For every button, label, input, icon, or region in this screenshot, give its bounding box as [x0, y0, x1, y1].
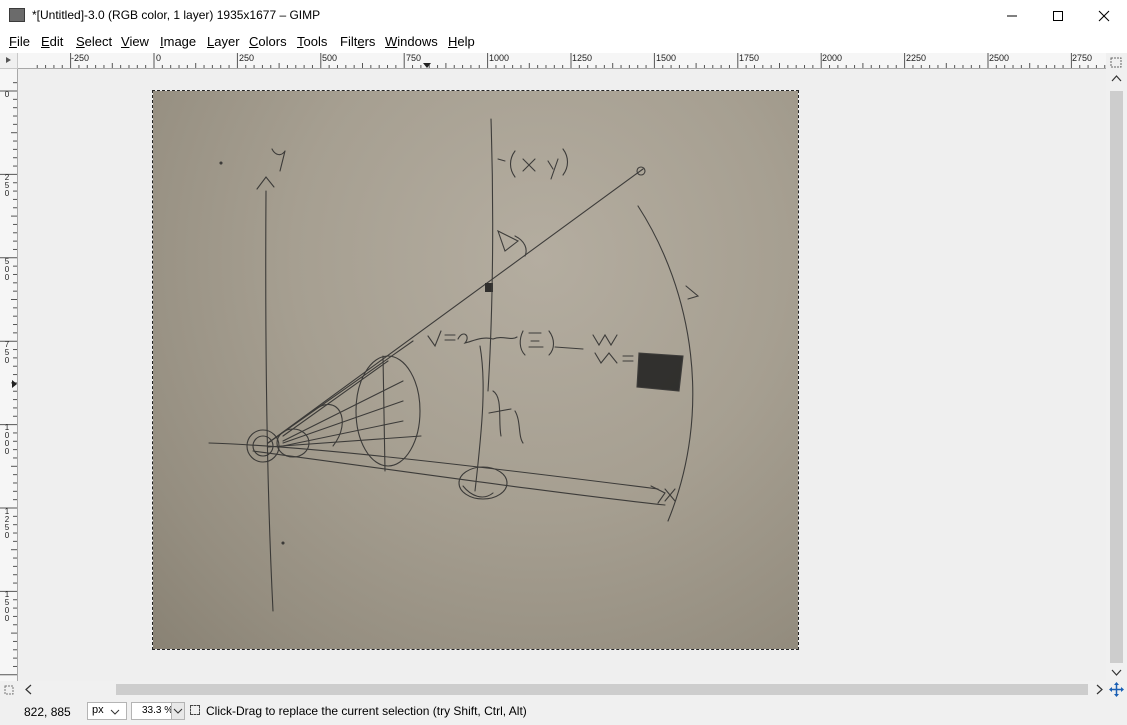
- minimize-button[interactable]: [989, 0, 1035, 31]
- navigate-icon[interactable]: [1106, 55, 1127, 71]
- zoom-chevron-down-icon[interactable]: [171, 703, 184, 719]
- triangle-right-icon: [6, 57, 11, 63]
- hruler-label: -250: [71, 53, 90, 63]
- hruler-label: 2250: [906, 53, 927, 63]
- vertical-ruler-ticks: [0, 82, 17, 676]
- hand-drawn-sketch-image: [208, 118, 700, 612]
- vertical-ruler[interactable]: 0 250 500 750 1000 1250 1500: [0, 69, 18, 681]
- close-icon: [1098, 10, 1110, 21]
- chevron-down-icon: [173, 708, 183, 714]
- hruler-label: 1000: [489, 53, 510, 63]
- hruler-label: 1500: [656, 53, 677, 63]
- hruler-label: 2000: [822, 53, 843, 63]
- title-bar: *[Untitled]-3.0 (RGB color, 1 layer) 193…: [0, 0, 1127, 31]
- vruler-label: 0: [4, 90, 10, 99]
- vruler-label: 1000: [4, 423, 10, 456]
- hruler-label: 1750: [739, 53, 760, 63]
- selection-icon: [190, 705, 200, 715]
- horizontal-ruler[interactable]: -250 0 250 500 750 1000 1250 1500 1750 2…: [18, 53, 1106, 69]
- vertical-scrollbar[interactable]: [1106, 53, 1127, 681]
- vruler-label: 750: [4, 340, 10, 365]
- menu-file[interactable]: File: [9, 34, 30, 49]
- zoom-value: 33.3 %: [142, 705, 174, 716]
- menu-bar: File Edit Select View Image Layer Colors…: [0, 31, 1127, 53]
- menu-filters[interactable]: Filters: [340, 34, 375, 49]
- status-bar: 822, 885 px 33.3 % Click-Drag to replace…: [0, 698, 1127, 725]
- menu-view[interactable]: View: [121, 34, 149, 49]
- hruler-label: 0: [156, 53, 162, 63]
- scroll-right-icon[interactable]: [1092, 681, 1106, 698]
- pointer-coordinates: 822, 885: [24, 705, 71, 719]
- gimp-app-icon: [9, 8, 25, 22]
- canvas-area[interactable]: [18, 69, 1106, 681]
- unit-dropdown[interactable]: px: [87, 702, 127, 720]
- horizontal-scrollbar[interactable]: [18, 681, 1106, 698]
- menu-windows[interactable]: Windows: [385, 34, 438, 49]
- scroll-down-icon[interactable]: [1106, 667, 1127, 679]
- close-button[interactable]: [1081, 0, 1127, 31]
- menu-image[interactable]: Image: [160, 34, 196, 49]
- maximize-button[interactable]: [1035, 0, 1081, 31]
- menu-tools[interactable]: Tools: [297, 34, 327, 49]
- vruler-label: 1500: [4, 590, 10, 623]
- hruler-label: 750: [406, 53, 422, 63]
- scroll-up-icon[interactable]: [1106, 73, 1127, 85]
- horizontal-scroll-thumb[interactable]: [116, 684, 1088, 695]
- hruler-label: 250: [239, 53, 255, 63]
- hruler-label: 2750: [1072, 53, 1093, 63]
- zoom-dropdown[interactable]: 33.3 %: [131, 702, 185, 720]
- menu-colors[interactable]: Colors: [249, 34, 287, 49]
- hruler-label: 500: [322, 53, 338, 63]
- quick-mask-icon[interactable]: [0, 681, 18, 698]
- vruler-label: 250: [4, 173, 10, 198]
- maximize-icon: [1053, 10, 1063, 21]
- unit-value: px: [92, 704, 104, 716]
- menu-select[interactable]: Select: [76, 34, 112, 49]
- menu-edit[interactable]: Edit: [41, 34, 63, 49]
- vruler-label: 500: [4, 257, 10, 282]
- canvas-image[interactable]: [152, 90, 799, 650]
- chevron-down-icon: [110, 709, 120, 715]
- horizontal-ruler-ticks: [36, 53, 1106, 68]
- menu-layer[interactable]: Layer: [207, 34, 240, 49]
- hruler-label: 2500: [989, 53, 1010, 63]
- navigation-move-icon[interactable]: [1106, 681, 1127, 698]
- hruler-label: 1250: [572, 53, 593, 63]
- status-message: Click-Drag to replace the current select…: [206, 704, 527, 718]
- scroll-left-icon[interactable]: [22, 681, 36, 698]
- vruler-label: 1250: [4, 507, 10, 540]
- minimize-icon: [1007, 15, 1017, 16]
- window-title: *[Untitled]-3.0 (RGB color, 1 layer) 193…: [32, 8, 321, 22]
- ruler-corner-button[interactable]: [0, 53, 18, 69]
- menu-help[interactable]: Help: [448, 34, 475, 49]
- vertical-scroll-thumb[interactable]: [1110, 91, 1123, 663]
